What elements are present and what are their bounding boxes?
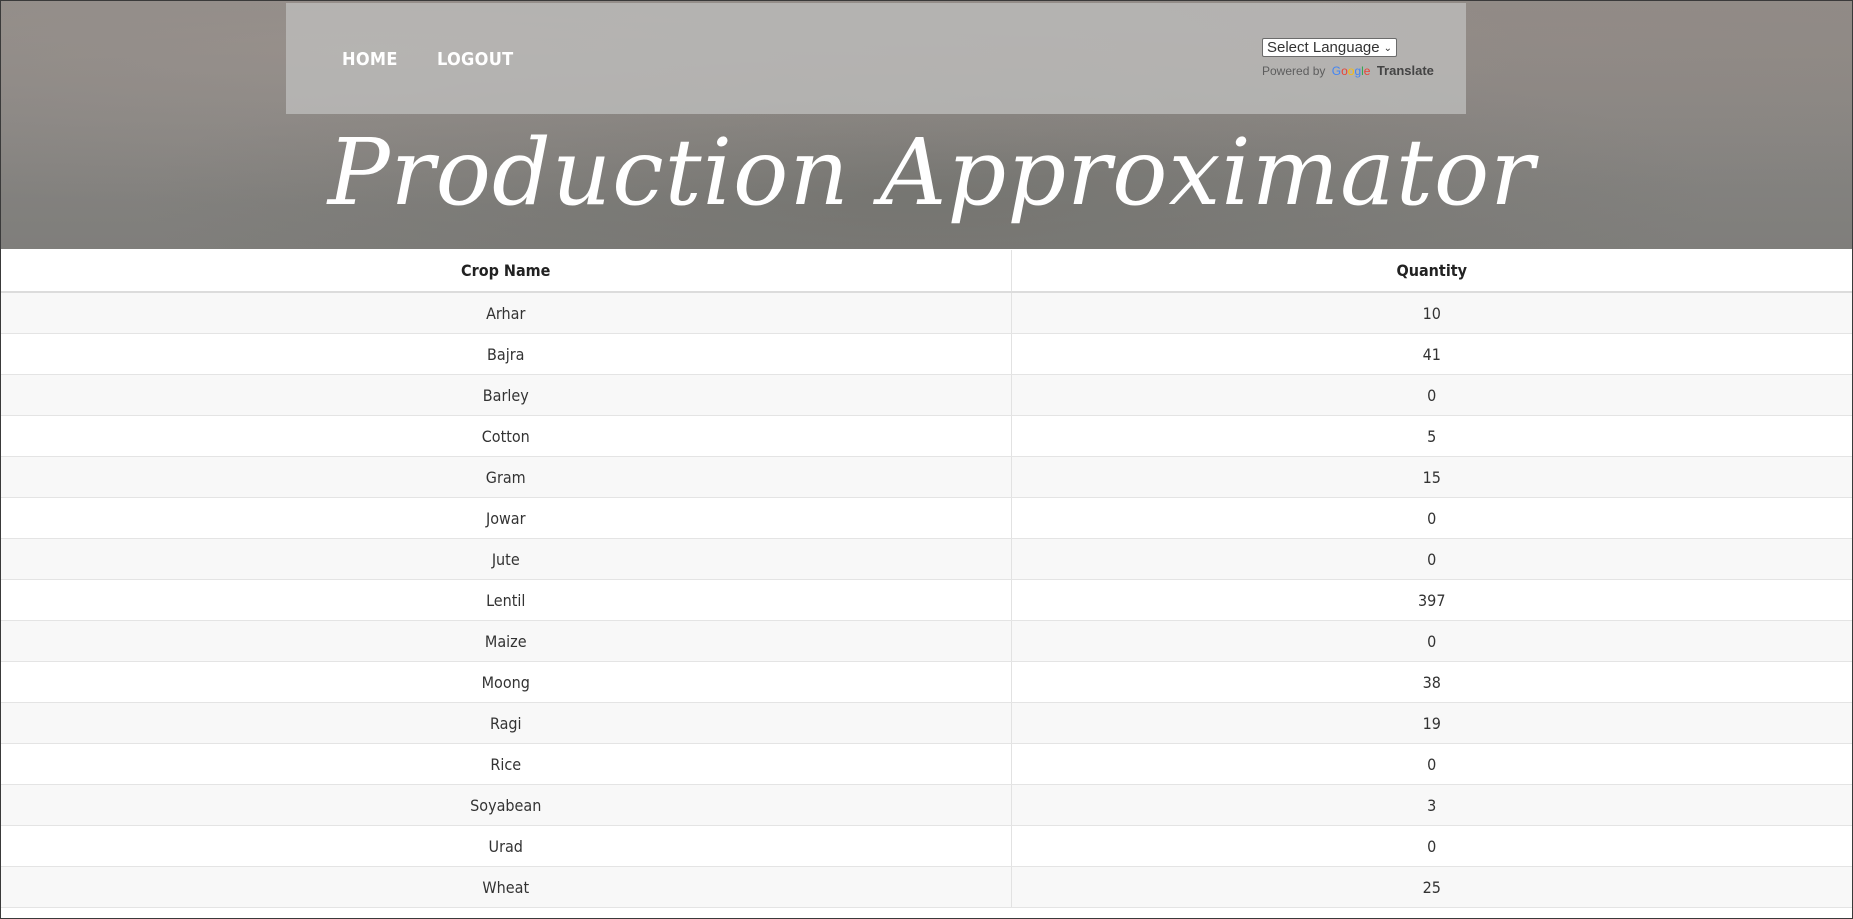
- top-navbar: HOME LOGOUT Select Language ⌄ Powered by …: [286, 3, 1466, 114]
- language-select[interactable]: Select Language ⌄: [1262, 38, 1397, 57]
- crop-name-cell: Lentil: [1, 579, 1012, 621]
- language-select-value: Select Language: [1267, 39, 1380, 56]
- crop-name-cell: Jute: [1, 538, 1012, 580]
- crop-name-cell: Cotton: [1, 415, 1012, 457]
- hero-banner: HOME LOGOUT Select Language ⌄ Powered by …: [1, 1, 1852, 249]
- quantity-cell: 3: [1011, 784, 1852, 826]
- crop-name-cell: Wheat: [1, 866, 1012, 908]
- crop-name-cell: Ragi: [1, 702, 1012, 744]
- crop-name-cell: Soyabean: [1, 784, 1012, 826]
- table-row: Moong 38: [1, 661, 1852, 703]
- quantity-cell: 397: [1011, 579, 1852, 621]
- table-row: Ragi 19: [1, 702, 1852, 744]
- crop-name-cell: Urad: [1, 825, 1012, 867]
- quantity-cell: 15: [1011, 456, 1852, 498]
- quantity-cell: 38: [1011, 661, 1852, 703]
- powered-by-line: Powered by Google Translate: [1262, 63, 1434, 78]
- table-row: Arhar 10: [1, 292, 1852, 334]
- page-title: Production Approximator: [327, 119, 1536, 226]
- column-header-quantity: Quantity: [1011, 250, 1852, 293]
- page: HOME LOGOUT Select Language ⌄ Powered by …: [0, 0, 1853, 919]
- crop-name-cell: Rice: [1, 743, 1012, 785]
- table-row: Soyabean 3: [1, 784, 1852, 826]
- table-row: Bajra 41: [1, 333, 1852, 375]
- table-row: Jowar 0: [1, 497, 1852, 539]
- quantity-cell: 19: [1011, 702, 1852, 744]
- translate-link[interactable]: Translate: [1377, 63, 1434, 78]
- quantity-cell: 0: [1011, 620, 1852, 662]
- quantity-cell: 0: [1011, 497, 1852, 539]
- nav-home-link[interactable]: HOME: [342, 49, 398, 70]
- crop-name-cell: Maize: [1, 620, 1012, 662]
- crop-name-cell: Arhar: [1, 292, 1012, 334]
- crop-name-cell: Barley: [1, 374, 1012, 416]
- powered-by-text: Powered by: [1262, 64, 1326, 78]
- quantity-cell: 10: [1011, 292, 1852, 334]
- table-row: Barley 0: [1, 374, 1852, 416]
- crop-name-cell: Bajra: [1, 333, 1012, 375]
- chevron-down-icon: ⌄: [1383, 43, 1392, 54]
- quantity-cell: 5: [1011, 415, 1852, 457]
- table-row: Urad 0: [1, 825, 1852, 867]
- table-row: Cotton 5: [1, 415, 1852, 457]
- quantity-cell: 25: [1011, 866, 1852, 908]
- table-row: Wheat 25: [1, 866, 1852, 908]
- table-row: Gram 15: [1, 456, 1852, 498]
- column-header-crop-name: Crop Name: [1, 250, 1012, 293]
- table-row: Maize 0: [1, 620, 1852, 662]
- table-header-row: Crop Name Quantity: [1, 250, 1852, 293]
- table-row: Rice 0: [1, 743, 1852, 785]
- crop-name-cell: Moong: [1, 661, 1012, 703]
- quantity-cell: 0: [1011, 374, 1852, 416]
- google-logo: Google: [1331, 64, 1371, 78]
- table-row: Lentil 397: [1, 579, 1852, 621]
- quantity-cell: 0: [1011, 538, 1852, 580]
- quantity-cell: 41: [1011, 333, 1852, 375]
- quantity-cell: 0: [1011, 825, 1852, 867]
- table-row: Jute 0: [1, 538, 1852, 580]
- nav-logout-link[interactable]: LOGOUT: [437, 49, 514, 70]
- crop-name-cell: Gram: [1, 456, 1012, 498]
- google-translate-widget: Select Language ⌄ Powered by Google Trans…: [1262, 37, 1434, 78]
- quantity-cell: 0: [1011, 743, 1852, 785]
- crop-name-cell: Jowar: [1, 497, 1012, 539]
- table-body: Arhar 10 Bajra 41 Barley 0 Cotton 5 Gram 15 Jowar 0…: [1, 292, 1852, 908]
- crop-quantity-table: Crop Name Quantity Arhar 10 Bajra 41 Barley 0…: [1, 250, 1852, 908]
